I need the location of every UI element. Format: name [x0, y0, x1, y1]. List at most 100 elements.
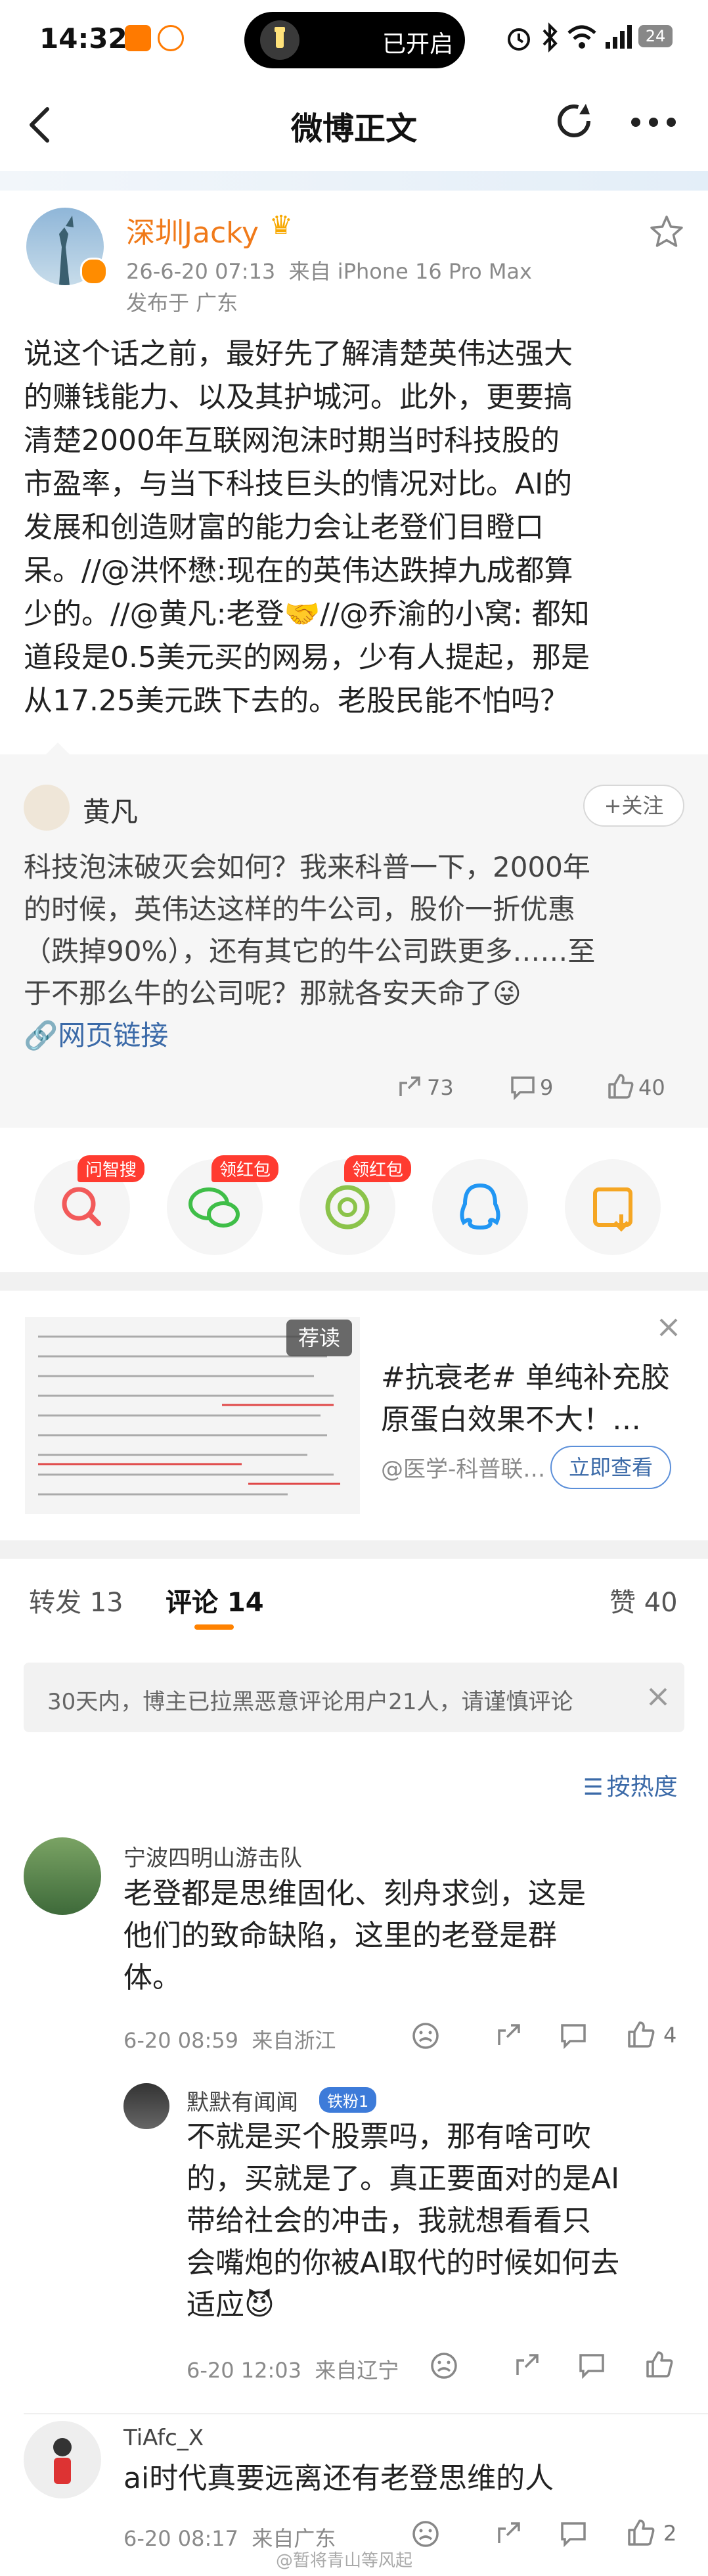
header-strip [0, 171, 708, 191]
post-line: 清楚2000年互联网泡沫时期当时科技股的 [24, 424, 560, 457]
status-bar: 14:32 已开启 24 [0, 0, 708, 79]
repost-text: 科技泡沫破灭会如何？我来科普一下，2000年 的时候，英伟达这样的牛公司，股价一… [24, 846, 687, 1057]
repost-author[interactable]: 黄凡 [83, 790, 138, 830]
like-icon[interactable] [645, 2350, 674, 2381]
comment-avatar[interactable] [24, 2421, 101, 2498]
like-icon[interactable] [627, 2020, 655, 2052]
reply-author[interactable]: 默默有闻闻 [187, 2084, 298, 2117]
recommend-close-icon[interactable] [655, 1314, 682, 1343]
comment-avatar[interactable] [24, 1837, 101, 1915]
comment-line: 体。 [123, 1961, 181, 1994]
reply-line: 带给社会的冲击，我就想看看只 [187, 2204, 591, 2238]
post-time-device: 26-6-20 07:13 来自 iPhone 16 Pro Max [126, 259, 532, 284]
repost-line: （跌掉90%），还有其它的牛公司跌更多……至 [24, 935, 596, 967]
wifi-icon [566, 25, 598, 53]
share-chip: 问智搜 [77, 1155, 145, 1182]
repost-like-icon[interactable] [607, 1072, 634, 1103]
share-icon[interactable] [495, 2021, 523, 2052]
repost-card[interactable]: 黄凡 +关注 科技泡沫破灭会如何？我来科普一下，2000年 的时候，英伟达这样的… [0, 743, 708, 1128]
recommend-title-2[interactable]: 原蛋白效果不大！… [381, 1396, 641, 1438]
section-divider [0, 1272, 708, 1291]
comment-icon[interactable] [560, 2021, 587, 2052]
tab-comment[interactable]: 评论 14 [166, 1581, 264, 1619]
like-icon[interactable] [627, 2518, 655, 2550]
repost-comment-count: 9 [540, 1075, 554, 1100]
recommend-tag: 荐读 [286, 1320, 352, 1356]
reply-actions [430, 2349, 692, 2381]
repost-share-icon[interactable] [397, 1074, 423, 1103]
refresh-icon[interactable] [554, 100, 598, 146]
sort-icon: ☰ [583, 1774, 604, 1801]
comment-icon[interactable] [560, 2519, 587, 2550]
post-location: 发布于 广东 [126, 290, 238, 315]
post-text: 说这个话之前，最好先了解清楚英伟达强大 的赚钱能力、以及其护城河。此外，更要搞 … [24, 333, 687, 723]
recommend-title-1[interactable]: #抗衰老# 单纯补充胶 [381, 1354, 670, 1396]
more-icon[interactable] [631, 117, 676, 130]
share-bar: 问智搜 领红包 领红包 [0, 1128, 708, 1272]
repost-line: 的时候，英伟达这样的牛公司，股价一折优惠 [24, 893, 576, 925]
reply-avatar[interactable] [123, 2083, 169, 2129]
reply-line: 会嘴炮的你被AI取代的时候如何去 [187, 2246, 620, 2280]
repost-comment-icon[interactable] [510, 1074, 536, 1103]
page-title: 微博正文 [290, 110, 417, 147]
verified-badge [80, 258, 108, 285]
share-icon[interactable] [514, 2351, 541, 2381]
follow-button[interactable]: +关注 [583, 785, 684, 827]
repost-count: 73 [427, 1075, 454, 1100]
web-link[interactable]: 🔗网页链接 [24, 1015, 687, 1057]
comment-line: 他们的致命缺陷，这里的老登是群 [123, 1919, 557, 1952]
post-line: 道段是0.5美元买的网易，少有人提起，那是 [24, 641, 590, 674]
share-chip: 领红包 [344, 1155, 412, 1182]
comment-line: ai时代真要远离还有老登思维的人 [123, 2462, 554, 2495]
tab-bar: 转发 13 评论 14 赞 40 [0, 1559, 708, 1644]
repost-caret [46, 743, 70, 754]
tab-like[interactable]: 赞 40 [609, 1581, 678, 1619]
post-line: 发展和创造财富的能力会让老登们目瞪口 [24, 511, 544, 544]
notice-banner: 30天内，博主已拉黑恶意评论用户21人，请谨慎评论 [24, 1663, 684, 1732]
post-line: 的赚钱能力、以及其护城河。此外，更要搞 [24, 380, 573, 414]
dislike-icon[interactable] [411, 2021, 440, 2053]
share-save-image[interactable] [565, 1159, 661, 1255]
comment-text: 老登都是思维固化、刻舟求剑，这是 他们的致命缺陷，这里的老登是群 体。 [123, 1873, 688, 1999]
flashlight-icon [260, 20, 299, 60]
notice-text: 30天内，博主已拉黑恶意评论用户21人，请谨慎评论 [47, 1689, 573, 1715]
repost-avatar[interactable] [24, 785, 70, 831]
flashlight-status: 已开启 [382, 31, 454, 58]
dislike-icon[interactable] [411, 2519, 440, 2551]
reply-text: 不就是买个股票吗，那有啥可吹 的，买就是了。真正要面对的是AI 带给社会的冲击，… [187, 2116, 692, 2326]
dislike-icon[interactable] [430, 2351, 458, 2383]
fan-badge: 铁粉1 [319, 2087, 377, 2113]
notification-icon [125, 25, 151, 51]
share-icon[interactable] [495, 2519, 523, 2550]
like-count: 2 [663, 2521, 677, 2546]
repost-line: 于不那么牛的公司呢？那就各安天命了😜 [24, 977, 521, 1009]
recommend-card[interactable]: 荐读 #抗衰老# 单纯补充胶 原蛋白效果不大！… @医学-科普联… 立即查看 [0, 1291, 708, 1540]
post-line: 呆。//@洪怀懋:现在的英伟达跌掉九成都算 [24, 554, 573, 587]
comment-meta: 6-20 08:59 来自浙江 [123, 2028, 336, 2053]
sort-toggle[interactable]: ☰ 按热度 [583, 1768, 678, 1802]
watermark: @暂将青山等风起 [276, 2551, 413, 2571]
share-qq[interactable] [432, 1159, 528, 1255]
member-crown-icon: ♛ [269, 210, 293, 241]
recommend-view-button[interactable]: 立即查看 [550, 1446, 671, 1489]
sort-label: 按热度 [606, 1774, 678, 1801]
comment-author[interactable]: 宁波四明山游击队 [123, 1840, 302, 1872]
repost-line: 科技泡沫破灭会如何？我来科普一下，2000年 [24, 851, 590, 883]
comment-actions: 2 [411, 2517, 687, 2550]
nav-bar: 微博正文 [0, 79, 708, 171]
notice-close-icon[interactable] [646, 1685, 670, 1711]
like-count: 4 [663, 2023, 677, 2048]
tab-active-indicator [194, 1624, 234, 1630]
post-line: 少的。//@黄凡:老登🤝//@乔渝的小窝: 都知 [24, 597, 590, 631]
author-name[interactable]: 深圳Jacky [126, 209, 259, 251]
reply-meta: 6-20 12:03 来自辽宁 [187, 2358, 399, 2383]
favorite-star-icon[interactable] [649, 214, 684, 252]
tab-repost[interactable]: 转发 13 [29, 1581, 123, 1619]
comment-separator [24, 2413, 708, 2414]
comment-icon[interactable] [578, 2351, 606, 2381]
comment-author[interactable]: TiAfc_X [123, 2425, 204, 2451]
notification-icon-2 [158, 25, 184, 51]
section-divider [0, 1540, 708, 1559]
comment-actions: 4 [411, 2019, 687, 2052]
flashlight-pill[interactable]: 已开启 [244, 12, 465, 68]
